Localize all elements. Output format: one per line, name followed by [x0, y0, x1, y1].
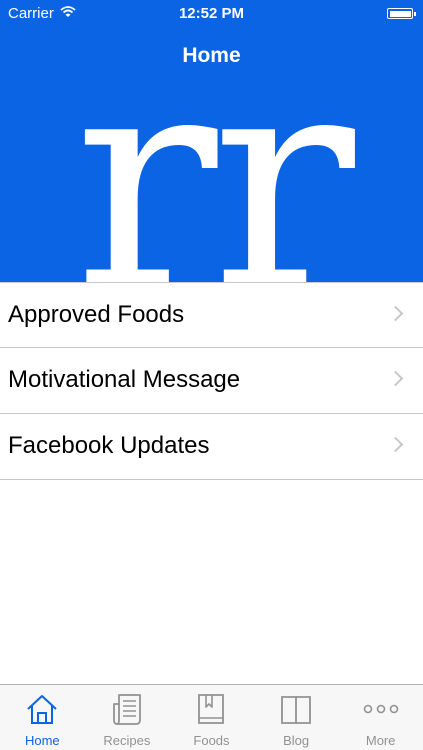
tab-recipes[interactable]: Recipes	[85, 685, 170, 750]
battery-icon	[387, 8, 416, 19]
tab-more[interactable]: More	[338, 685, 423, 750]
more-dots-icon	[363, 704, 398, 714]
status-bar: Carrier 12:52 PM	[0, 0, 423, 28]
brand-logo: rr	[74, 84, 355, 282]
tab-label: Recipes	[103, 733, 151, 748]
page-title: Home	[182, 44, 241, 67]
menu-item-label: Motivational Message	[8, 366, 241, 393]
tab-label: More	[365, 733, 396, 748]
menu-item-label: Facebook Updates	[8, 432, 210, 459]
hero-banner: rr	[0, 84, 423, 282]
tab-bar: Home Recipes Foods Blog More	[0, 684, 423, 750]
open-book-icon	[281, 696, 311, 724]
status-time: 12:52 PM	[178, 5, 245, 22]
bookmark-book-icon	[198, 694, 225, 724]
chevron-right-icon	[387, 370, 404, 387]
tab-foods[interactable]: Foods	[169, 685, 254, 750]
chevron-right-icon	[387, 436, 404, 453]
house-icon	[27, 695, 57, 724]
tab-home[interactable]: Home	[0, 685, 85, 750]
tab-label: Foods	[193, 733, 230, 748]
menu-item-approved-foods[interactable]: Approved Foods	[0, 282, 423, 348]
tab-blog[interactable]: Blog	[254, 685, 339, 750]
newspaper-icon	[112, 694, 141, 725]
home-menu-list: Approved Foods Motivational Message Face…	[0, 282, 423, 480]
menu-item-label: Approved Foods	[8, 301, 185, 328]
navigation-bar: Home	[0, 28, 423, 84]
menu-item-facebook-updates[interactable]: Facebook Updates	[0, 414, 423, 480]
chevron-right-icon	[387, 305, 404, 322]
tab-label: Home	[24, 733, 60, 748]
menu-item-motivational-message[interactable]: Motivational Message	[0, 348, 423, 414]
tab-label: Blog	[283, 733, 310, 748]
